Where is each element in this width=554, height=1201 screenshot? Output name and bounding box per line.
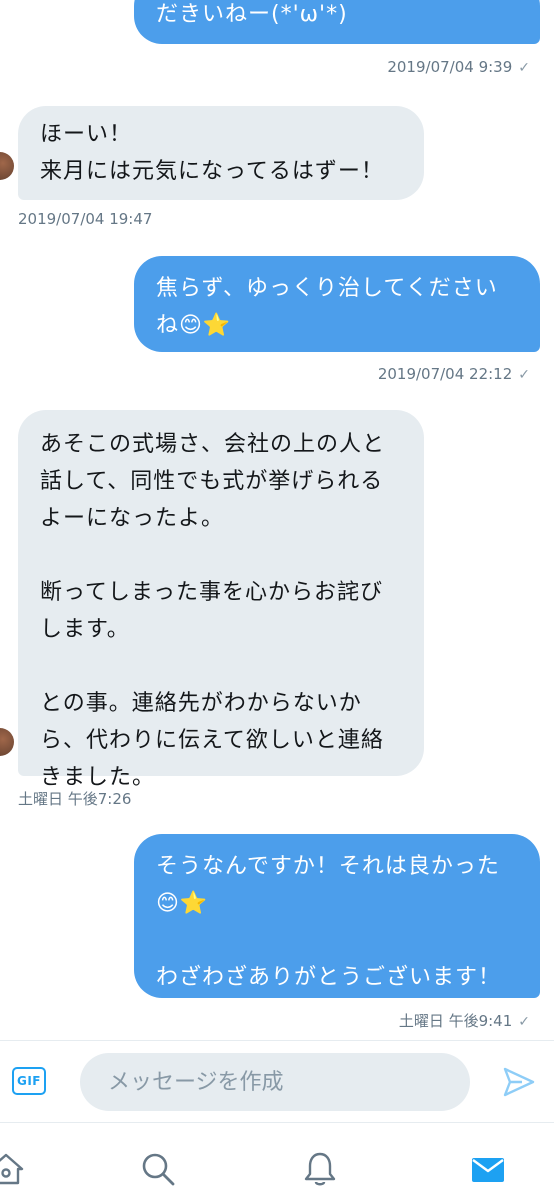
home-icon[interactable] [0,1149,26,1189]
message-bubble-incoming[interactable]: ほーい！ 来月には元気になってるはずー！ [18,106,424,200]
message-timestamp: 2019/07/04 19:47 [18,210,153,228]
contact-avatar[interactable] [0,728,14,756]
search-icon[interactable] [138,1149,178,1189]
contact-avatar[interactable] [0,152,14,180]
bottom-tab-bar [0,1122,554,1201]
gif-button[interactable]: GIF [12,1067,46,1095]
message-thread[interactable]: だきいねー(*'ω'*) 2019/07/04 9:39 ✓ ほーい！ 来月には元… [0,0,554,1030]
message-bubble-outgoing[interactable]: だきいねー(*'ω'*) [134,0,540,44]
messages-icon[interactable] [468,1149,508,1189]
compose-bar: GIF [0,1040,554,1123]
read-check-icon: ✓ [518,367,530,383]
message-timestamp: 2019/07/04 22:12 ✓ [377,365,530,383]
message-input[interactable] [80,1053,470,1111]
send-icon[interactable] [500,1063,538,1101]
message-timestamp: 土曜日 午後7:26 [18,790,132,808]
read-check-icon: ✓ [518,1014,530,1030]
notifications-icon[interactable] [300,1149,340,1189]
message-bubble-incoming[interactable]: あそこの式場さ、会社の上の人と話して、同性でも式が挙げられるよーになったよ。 断… [18,410,424,790]
message-timestamp: 土曜日 午後9:41 ✓ [398,1012,530,1030]
read-check-icon: ✓ [518,60,530,76]
message-timestamp: 2019/07/04 9:39 ✓ [387,58,530,76]
message-bubble-outgoing[interactable]: そうなんですか！それは良かった😊⭐ わざわざありがとうございます！ [134,834,540,998]
message-bubble-outgoing[interactable]: 焦らず、ゆっくり治してくださいね😊⭐ [134,256,540,352]
